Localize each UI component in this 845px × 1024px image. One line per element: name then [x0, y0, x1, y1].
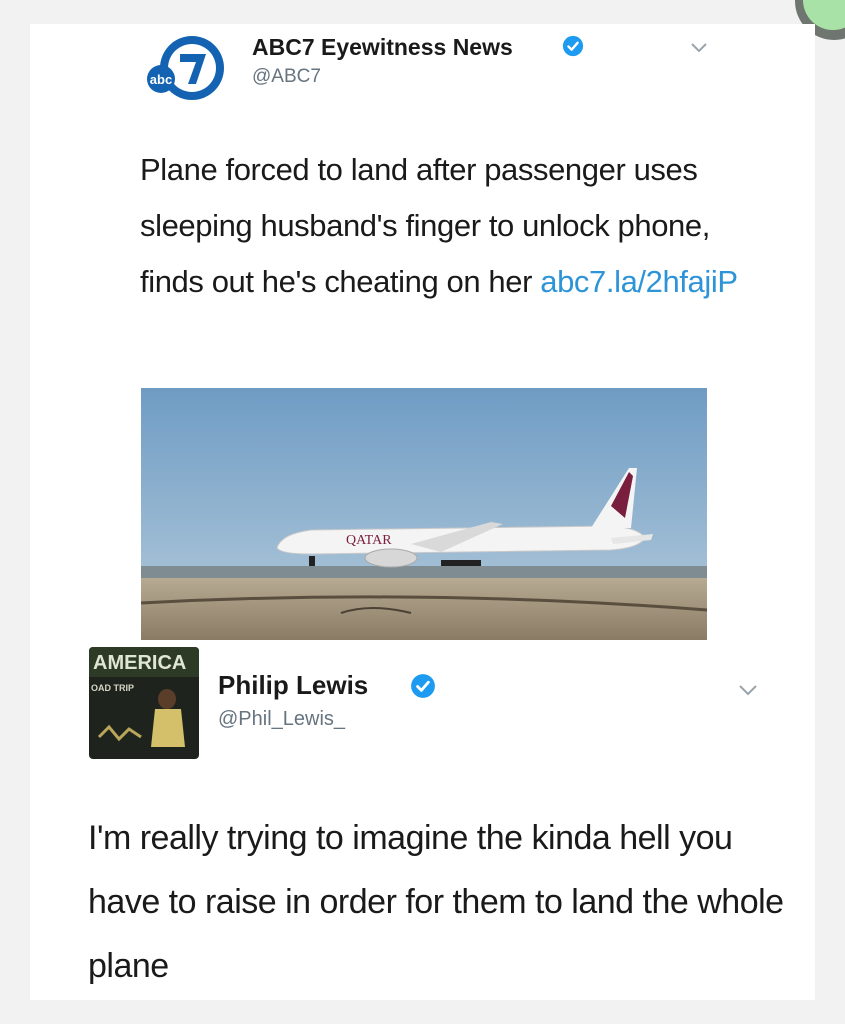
avatar-america-text: AMERICA: [93, 652, 186, 674]
chevron-down-icon[interactable]: [738, 684, 758, 697]
abc-logo-text: abc: [150, 72, 172, 87]
tweet1-handle[interactable]: @ABC7: [252, 66, 321, 88]
verified-check-icon: [562, 35, 584, 57]
plane-airline-text: QATAR: [346, 533, 392, 548]
tweet1-author-name[interactable]: ABC7 Eyewitness News: [252, 34, 513, 61]
tweet2-author-name[interactable]: Philip Lewis: [218, 670, 368, 701]
tweet1-link[interactable]: abc7.la/2hfajiP: [540, 264, 738, 299]
abc7-logo[interactable]: abc: [138, 32, 230, 104]
tweet1-photo[interactable]: QATAR: [141, 388, 707, 640]
avatar-roadtrip-text: OAD TRIP: [91, 683, 134, 693]
tweet2-text: I'm really trying to imagine the kinda h…: [88, 819, 784, 985]
bottom-margin: [0, 1000, 845, 1024]
philip-lewis-avatar[interactable]: AMERICA OAD TRIP: [89, 647, 199, 759]
tweet2-handle[interactable]: @Phil_Lewis_: [218, 708, 345, 731]
chevron-down-icon[interactable]: [690, 42, 708, 54]
screenshot-card: abc ABC7 Eyewitness News @ABC7 Plane for…: [30, 24, 815, 1000]
plane-photo-image: QATAR: [141, 388, 707, 640]
verified-check-icon: [411, 674, 435, 698]
tweet1-text: Plane forced to land after passenger use…: [140, 142, 740, 310]
